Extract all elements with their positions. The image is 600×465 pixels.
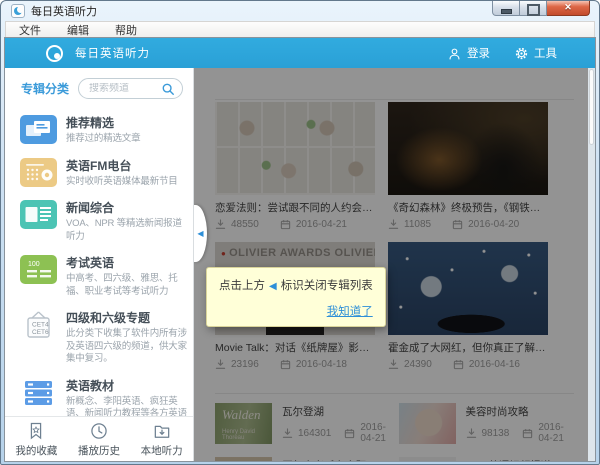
scrollbar-thumb[interactable] bbox=[589, 69, 594, 145]
cet-badge-icon: CET4 CET6 bbox=[20, 310, 57, 339]
maximize-button[interactable] bbox=[520, 1, 547, 16]
exam-score-icon: 100 bbox=[20, 255, 57, 284]
category-title: 新闻综合 bbox=[66, 201, 115, 215]
folder-download-icon bbox=[152, 421, 172, 441]
chevron-left-icon: ◀ bbox=[197, 229, 204, 238]
tab-history[interactable]: 播放历史 bbox=[68, 417, 131, 461]
category-item-cet[interactable]: CET4 CET6 四级和六级专题此分类下收集了软件内所有涉及英语四六级的频道，供… bbox=[5, 303, 193, 371]
category-title: 四级和六级专题 bbox=[66, 311, 151, 325]
chevron-left-icon: ◀ bbox=[269, 281, 277, 292]
category-title: 推荐精选 bbox=[66, 116, 115, 130]
close-button[interactable] bbox=[547, 1, 590, 16]
tooltip-text: 点击上方 ◀ 标识关闭专辑列表 bbox=[219, 280, 373, 292]
category-item-recommended[interactable]: 推荐精选推荐过的精选文章 bbox=[5, 108, 193, 151]
dim-overlay bbox=[194, 68, 595, 461]
app-name: 每日英语听力 bbox=[75, 48, 150, 60]
menubar: 文件 编辑 帮助 bbox=[5, 21, 595, 38]
category-title: 英语FM电台 bbox=[66, 158, 132, 173]
category-item-exam[interactable]: 100 考试英语中高考、四六级、雅思、托福、职业考试等考试听力 bbox=[5, 248, 193, 303]
got-it-link[interactable]: 我知道了 bbox=[327, 306, 373, 318]
tutorial-tooltip: 点击上方 ◀ 标识关闭专辑列表 我知道了 bbox=[206, 267, 386, 327]
category-title: 英语教材 bbox=[66, 378, 115, 393]
minimize-button[interactable] bbox=[492, 1, 520, 16]
menu-item-edit[interactable]: 编辑 bbox=[54, 22, 102, 38]
tab-favorites[interactable]: 我的收藏 bbox=[5, 417, 68, 461]
login-button[interactable]: 登录 bbox=[447, 45, 490, 61]
app-frame: 每日英语听力 登录 工具 专辑分类 搜索频道 推荐精选 推荐过的精选文章 英语F… bbox=[5, 38, 595, 461]
app-body: 专辑分类 推荐精选推荐过的精选文章 英语FM电台实时收听英语媒体最新节目 bbox=[5, 68, 595, 461]
app-logo-icon bbox=[46, 44, 63, 62]
tab-label: 播放历史 bbox=[78, 444, 120, 457]
recommend-icon bbox=[20, 115, 57, 144]
window-controls bbox=[492, 1, 590, 16]
svg-text:100: 100 bbox=[28, 261, 40, 268]
sidebar: 专辑分类 推荐精选推荐过的精选文章 英语FM电台实时收听英语媒体最新节目 bbox=[5, 68, 194, 461]
window-titlebar[interactable]: 每日英语听力 bbox=[5, 1, 595, 21]
tab-label: 本地听力 bbox=[140, 444, 183, 457]
category-subtitle: 推荐过的精选文章 bbox=[66, 133, 141, 144]
category-subtitle: 中高考、四六级、雅思、托福、职业考试等考试听力 bbox=[66, 273, 178, 297]
tools-button[interactable]: 工具 bbox=[514, 45, 557, 61]
sidebar-tab-bar: 我的收藏 播放历史 本地听力 bbox=[5, 416, 193, 461]
tab-label: 我的收藏 bbox=[15, 444, 58, 457]
textbook-shelf-icon bbox=[20, 378, 57, 407]
app-window-icon bbox=[11, 4, 25, 18]
category-subtitle: 新概念、李阳英语、疯狂英语、新闻听力教程等各方英语教材听力 bbox=[66, 395, 187, 417]
clock-icon bbox=[89, 421, 109, 441]
category-title: 考试英语 bbox=[66, 256, 115, 270]
bookmark-star-icon bbox=[26, 421, 46, 441]
gear-icon bbox=[514, 46, 529, 61]
content-area: 恋爱法则：尝试跟不同的人约会吧~ 48550 2016-04-21 《奇幻森林》… bbox=[194, 68, 595, 461]
app-window: 每日英语听力 文件 编辑 帮助 每日英语听力 登录 工具 bbox=[0, 0, 600, 465]
menu-item-help[interactable]: 帮助 bbox=[102, 22, 150, 38]
sidebar-title: 专辑分类 bbox=[21, 82, 70, 96]
category-subtitle: VOA、NPR 等精选新闻报道听力 bbox=[66, 218, 182, 242]
category-item-news[interactable]: 新闻综合 VOA、NPR 等精选新闻报道听力 bbox=[5, 193, 193, 248]
svg-text:CET4: CET4 bbox=[32, 322, 49, 329]
search-icon[interactable] bbox=[161, 82, 175, 96]
scrollbar bbox=[588, 68, 595, 461]
category-item-textbook[interactable]: 英语教材新概念、李阳英语、疯狂英语、新闻听力教程等各方英语教材听力 bbox=[5, 371, 193, 417]
category-subtitle: 实时收听英语媒体最新节目 bbox=[66, 175, 178, 187]
radio-icon bbox=[20, 157, 57, 187]
window-title: 每日英语听力 bbox=[31, 6, 97, 18]
channel-search-box[interactable] bbox=[78, 78, 183, 99]
app-header: 每日英语听力 登录 工具 bbox=[5, 38, 595, 68]
category-subtitle: 此分类下收集了软件内所有涉及英语四六级的频道，供大家集中复习。 bbox=[66, 328, 187, 364]
news-icon bbox=[20, 200, 57, 229]
channel-search-input[interactable] bbox=[89, 83, 161, 94]
category-item-fm-radio[interactable]: 英语FM电台实时收听英语媒体最新节目 bbox=[5, 151, 193, 194]
user-icon bbox=[447, 46, 462, 61]
category-list: 推荐精选推荐过的精选文章 英语FM电台实时收听英语媒体最新节目 新闻综合 VOA、… bbox=[5, 106, 193, 416]
menu-item-file[interactable]: 文件 bbox=[6, 22, 54, 38]
tab-local[interactable]: 本地听力 bbox=[130, 417, 193, 461]
svg-text:CET6: CET6 bbox=[32, 329, 49, 336]
